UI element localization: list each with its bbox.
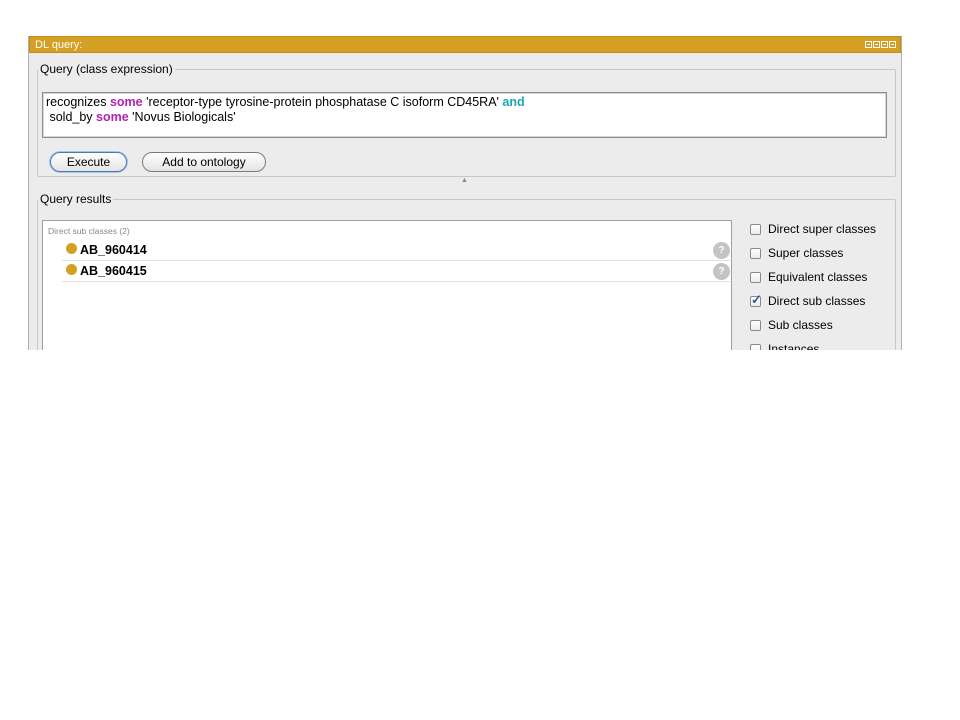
option-direct-sub-classes[interactable]: Direct sub classes [750, 292, 866, 308]
checkbox[interactable] [750, 319, 761, 331]
help-icon[interactable]: ? [713, 262, 730, 280]
results-panel: Query results Direct sub classes (2) AB_… [37, 192, 896, 350]
keyword-and: and [502, 95, 525, 109]
option-instances[interactable]: Instances [750, 342, 819, 350]
class-icon [66, 263, 77, 275]
help-icon[interactable]: ? [713, 241, 730, 259]
window-controls [865, 41, 896, 48]
results-list: Direct sub classes (2) AB_960414 ? AB_96… [42, 220, 732, 350]
option-label: Instances [768, 342, 820, 350]
maximize-icon[interactable] [881, 41, 888, 48]
query-legend: Query (class expression) [40, 62, 173, 76]
option-label: Sub classes [768, 318, 833, 332]
expr-text: recognizes [46, 95, 110, 109]
option-sub-classes[interactable]: Sub classes [750, 318, 833, 332]
keyword-some: some [109, 95, 143, 109]
section-label: Direct sub classes (2) [48, 226, 130, 236]
expr-text: 'receptor-type tyrosine-protein phosphat… [142, 95, 503, 109]
class-icon [66, 242, 77, 254]
checkbox[interactable] [750, 271, 761, 283]
restore-icon[interactable] [865, 41, 872, 48]
expr-text: sold_by [46, 110, 97, 124]
option-label: Super classes [768, 246, 844, 260]
splitter-handle-icon[interactable]: ▲ [461, 177, 468, 184]
results-legend: Query results [40, 192, 112, 206]
add-to-ontology-button[interactable]: Add to ontology [142, 152, 266, 172]
close-icon[interactable] [889, 41, 896, 48]
minimize-icon[interactable] [873, 41, 880, 48]
keyword-some: some [96, 110, 129, 124]
option-label: Direct super classes [768, 222, 877, 236]
checkbox[interactable] [750, 343, 761, 350]
class-name: AB_960414 [80, 243, 147, 257]
option-equivalent-classes[interactable]: Equivalent classes [750, 270, 867, 284]
expr-text: 'Novus Biologicals' [128, 110, 236, 124]
checkbox-checked[interactable] [750, 292, 762, 308]
execute-button[interactable]: Execute [50, 152, 127, 172]
list-item[interactable]: AB_960414 ? [62, 240, 730, 261]
checkbox[interactable] [750, 247, 761, 259]
option-label: Direct sub classes [768, 294, 866, 308]
class-name: AB_960415 [80, 264, 147, 278]
option-label: Equivalent classes [768, 270, 868, 284]
dl-query-window: DL query: Query (class expression) recog… [28, 36, 902, 350]
option-super-classes[interactable]: Super classes [750, 246, 843, 260]
checkbox[interactable] [750, 223, 761, 235]
window-title: DL query: [35, 38, 83, 51]
query-editor[interactable]: recognizes some 'receptor-type tyrosine-… [42, 92, 887, 138]
list-item[interactable]: AB_960415 ? [62, 261, 730, 282]
option-direct-super-classes[interactable]: Direct super classes [750, 222, 876, 236]
query-panel: Query (class expression) recognizes some… [37, 62, 896, 177]
title-bar: DL query: [29, 36, 901, 53]
